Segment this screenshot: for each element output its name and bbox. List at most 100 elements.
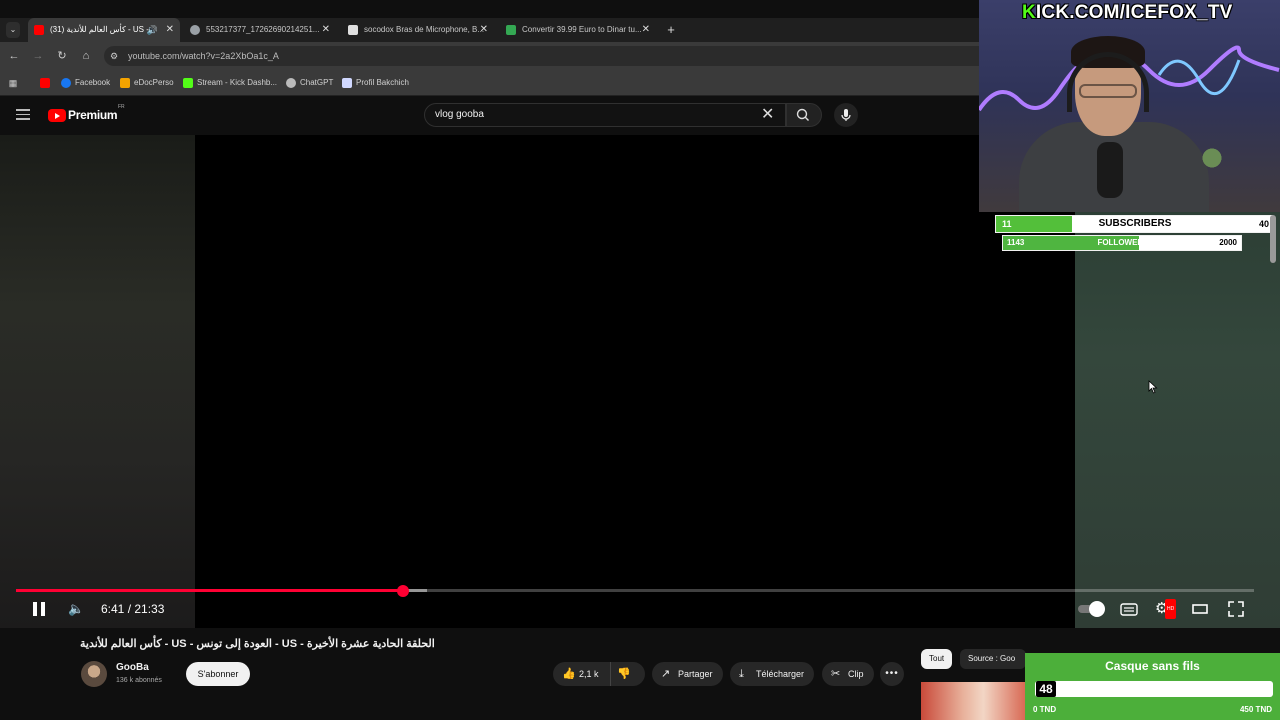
new-tab-icon[interactable]: + — [664, 18, 678, 42]
microphone-icon — [1097, 142, 1123, 198]
search-button[interactable] — [786, 103, 822, 127]
close-tab-icon[interactable]: ✕ — [480, 18, 488, 42]
donation-goal-title: Casque sans fils — [1105, 659, 1200, 673]
dislike-button[interactable]: 👎 — [617, 662, 631, 686]
volume-icon[interactable]: 🔈 — [68, 599, 86, 619]
donation-goal-min: 0 TND — [1033, 705, 1057, 714]
menu-icon[interactable] — [16, 109, 30, 121]
browser-tab-active[interactable]: (31) كأس العالم للأندية - US - 🔊 ✕ — [28, 18, 180, 42]
download-button[interactable]: ⤓ Télécharger — [730, 662, 815, 686]
microphone-icon — [841, 109, 851, 121]
bookmark-label: eDocPerso — [134, 78, 174, 87]
followers-goal-bar: FOLLOWERS 1143 2000 — [1002, 235, 1242, 251]
scrollbar[interactable] — [1270, 215, 1276, 263]
kick-channel-url: KICK.COM/ICEFOX_TV — [1022, 2, 1233, 23]
region-code: FR — [118, 104, 125, 110]
tab-title: (31) كأس العالم للأندية - US - — [50, 25, 149, 34]
forward-icon[interactable]: → — [29, 47, 47, 65]
share-button[interactable]: ↗ Partager — [652, 662, 723, 686]
video-frame[interactable] — [195, 135, 1075, 628]
fullscreen-button[interactable] — [1228, 599, 1244, 619]
subscribers-goal-bar: SUBSCRIBERS 11 40 — [995, 215, 1273, 233]
search-query: vlog gooba — [435, 109, 484, 120]
fullscreen-icon — [1228, 601, 1244, 617]
search-input[interactable]: vlog gooba ✕ — [424, 103, 786, 127]
pause-icon — [33, 602, 37, 616]
browser-tab[interactable]: Convertir 39.99 Euro to Dinar tu... ✕ — [500, 18, 656, 42]
bookmark-label: Profil Bakchich — [356, 78, 409, 87]
scrubber-handle[interactable] — [396, 585, 409, 597]
chatgpt-icon — [286, 78, 296, 88]
subscribers-current: 11 — [1002, 219, 1012, 229]
apps-grid-icon[interactable]: ▦ — [4, 74, 22, 92]
address-bar[interactable]: ⚙ youtube.com/watch?v=2a2XbOa1c_A — [104, 46, 980, 66]
recommended-thumbnail[interactable] — [921, 682, 1025, 720]
search-icon — [796, 108, 809, 121]
screen: ⌄ (31) كأس العالم للأندية - US - 🔊 ✕ 553… — [0, 0, 1280, 720]
bookmark-edocperso[interactable]: eDocPerso — [120, 70, 174, 96]
back-icon[interactable]: ← — [5, 47, 23, 65]
browser-tab[interactable]: 553217377_17262690214251... ✕ — [184, 18, 336, 42]
played-progress — [16, 589, 403, 592]
subscribers-target: 40 — [1258, 219, 1269, 229]
amazon-icon — [348, 25, 358, 35]
channel-name[interactable]: GooBa — [116, 662, 149, 673]
download-icon: ⤓ — [739, 668, 744, 680]
like-button[interactable]: 👍 2,1 k — [553, 662, 611, 686]
chip-source[interactable]: Source : Goo — [960, 649, 1026, 669]
home-icon[interactable]: ⌂ — [77, 47, 95, 65]
tab-search-dropdown-icon[interactable]: ⌄ — [6, 22, 20, 38]
bookmark-youtube[interactable] — [40, 70, 54, 96]
reload-icon[interactable]: ↻ — [53, 47, 71, 65]
subtitles-button[interactable] — [1120, 599, 1138, 619]
like-dislike-group: 👍 2,1 k 👎 — [553, 662, 645, 686]
theater-icon — [1192, 604, 1208, 614]
bookmark-kick-dashboard[interactable]: Stream - Kick Dashb... — [183, 70, 277, 96]
share-icon: ↗ — [661, 668, 671, 680]
clip-button[interactable]: ✂ Clip — [822, 662, 874, 686]
bookmark-profil-bakchich[interactable]: Profil Bakchich — [342, 70, 409, 96]
channel-avatar[interactable] — [81, 661, 107, 687]
thumbs-up-icon: 👍 — [562, 668, 576, 680]
facebook-icon — [61, 78, 71, 88]
youtube-header: Premium FR vlog gooba ✕ — [0, 97, 980, 135]
audio-playing-icon: 🔊 — [146, 25, 158, 35]
pause-button[interactable] — [30, 599, 48, 619]
bookmark-facebook[interactable]: Facebook — [61, 70, 110, 96]
chip-all[interactable]: Tout — [921, 649, 953, 669]
bookmark-label: Stream - Kick Dashb... — [197, 78, 278, 87]
browser-tab[interactable]: socodox Bras de Microphone, B... ✕ — [342, 18, 494, 42]
donation-goal-max: 450 TND — [1239, 705, 1272, 714]
clear-search-icon[interactable]: ✕ — [761, 104, 774, 126]
kick-icon — [183, 78, 193, 88]
bookmark-chatgpt[interactable]: ChatGPT — [286, 70, 333, 96]
scissors-icon: ✂ — [831, 668, 841, 680]
theater-mode-button[interactable] — [1192, 599, 1208, 619]
voice-search-button[interactable] — [834, 103, 858, 127]
mouse-cursor-icon — [1148, 380, 1158, 394]
youtube-play-icon — [48, 109, 66, 122]
time-display: 6:41 / 21:33 — [101, 602, 165, 616]
autoplay-play-icon — [1089, 601, 1105, 617]
currency-icon — [506, 25, 516, 35]
close-tab-icon[interactable]: ✕ — [166, 18, 174, 42]
bookmarks-bar: ▦ Facebook eDocPerso Stream - Kick Dashb… — [0, 70, 980, 96]
settings-button[interactable]: ⚙ HD — [1155, 599, 1177, 619]
subscribe-button[interactable]: S'abonner — [186, 662, 250, 686]
tab-title: Convertir 39.99 Euro to Dinar tu... — [522, 25, 642, 34]
channel-subscriber-count: 136 k abonnés — [116, 677, 162, 684]
profile-icon — [342, 78, 352, 88]
share-label: Partager — [678, 669, 713, 679]
followers-goal-label: FOLLOWERS — [1097, 238, 1149, 247]
hd-badge-icon: HD — [1165, 599, 1177, 619]
edoc-icon — [120, 78, 130, 88]
autoplay-toggle[interactable] — [1078, 599, 1106, 619]
globe-icon — [190, 25, 200, 35]
site-info-icon[interactable]: ⚙ — [110, 50, 122, 62]
more-actions-icon[interactable]: ••• — [880, 662, 904, 686]
subtitles-icon — [1120, 603, 1138, 616]
close-tab-icon[interactable]: ✕ — [642, 18, 650, 42]
close-tab-icon[interactable]: ✕ — [322, 18, 330, 42]
donation-goal-widget: Casque sans fils 48 0 TND 450 TND — [1025, 653, 1280, 720]
progress-bar[interactable] — [16, 585, 1254, 597]
